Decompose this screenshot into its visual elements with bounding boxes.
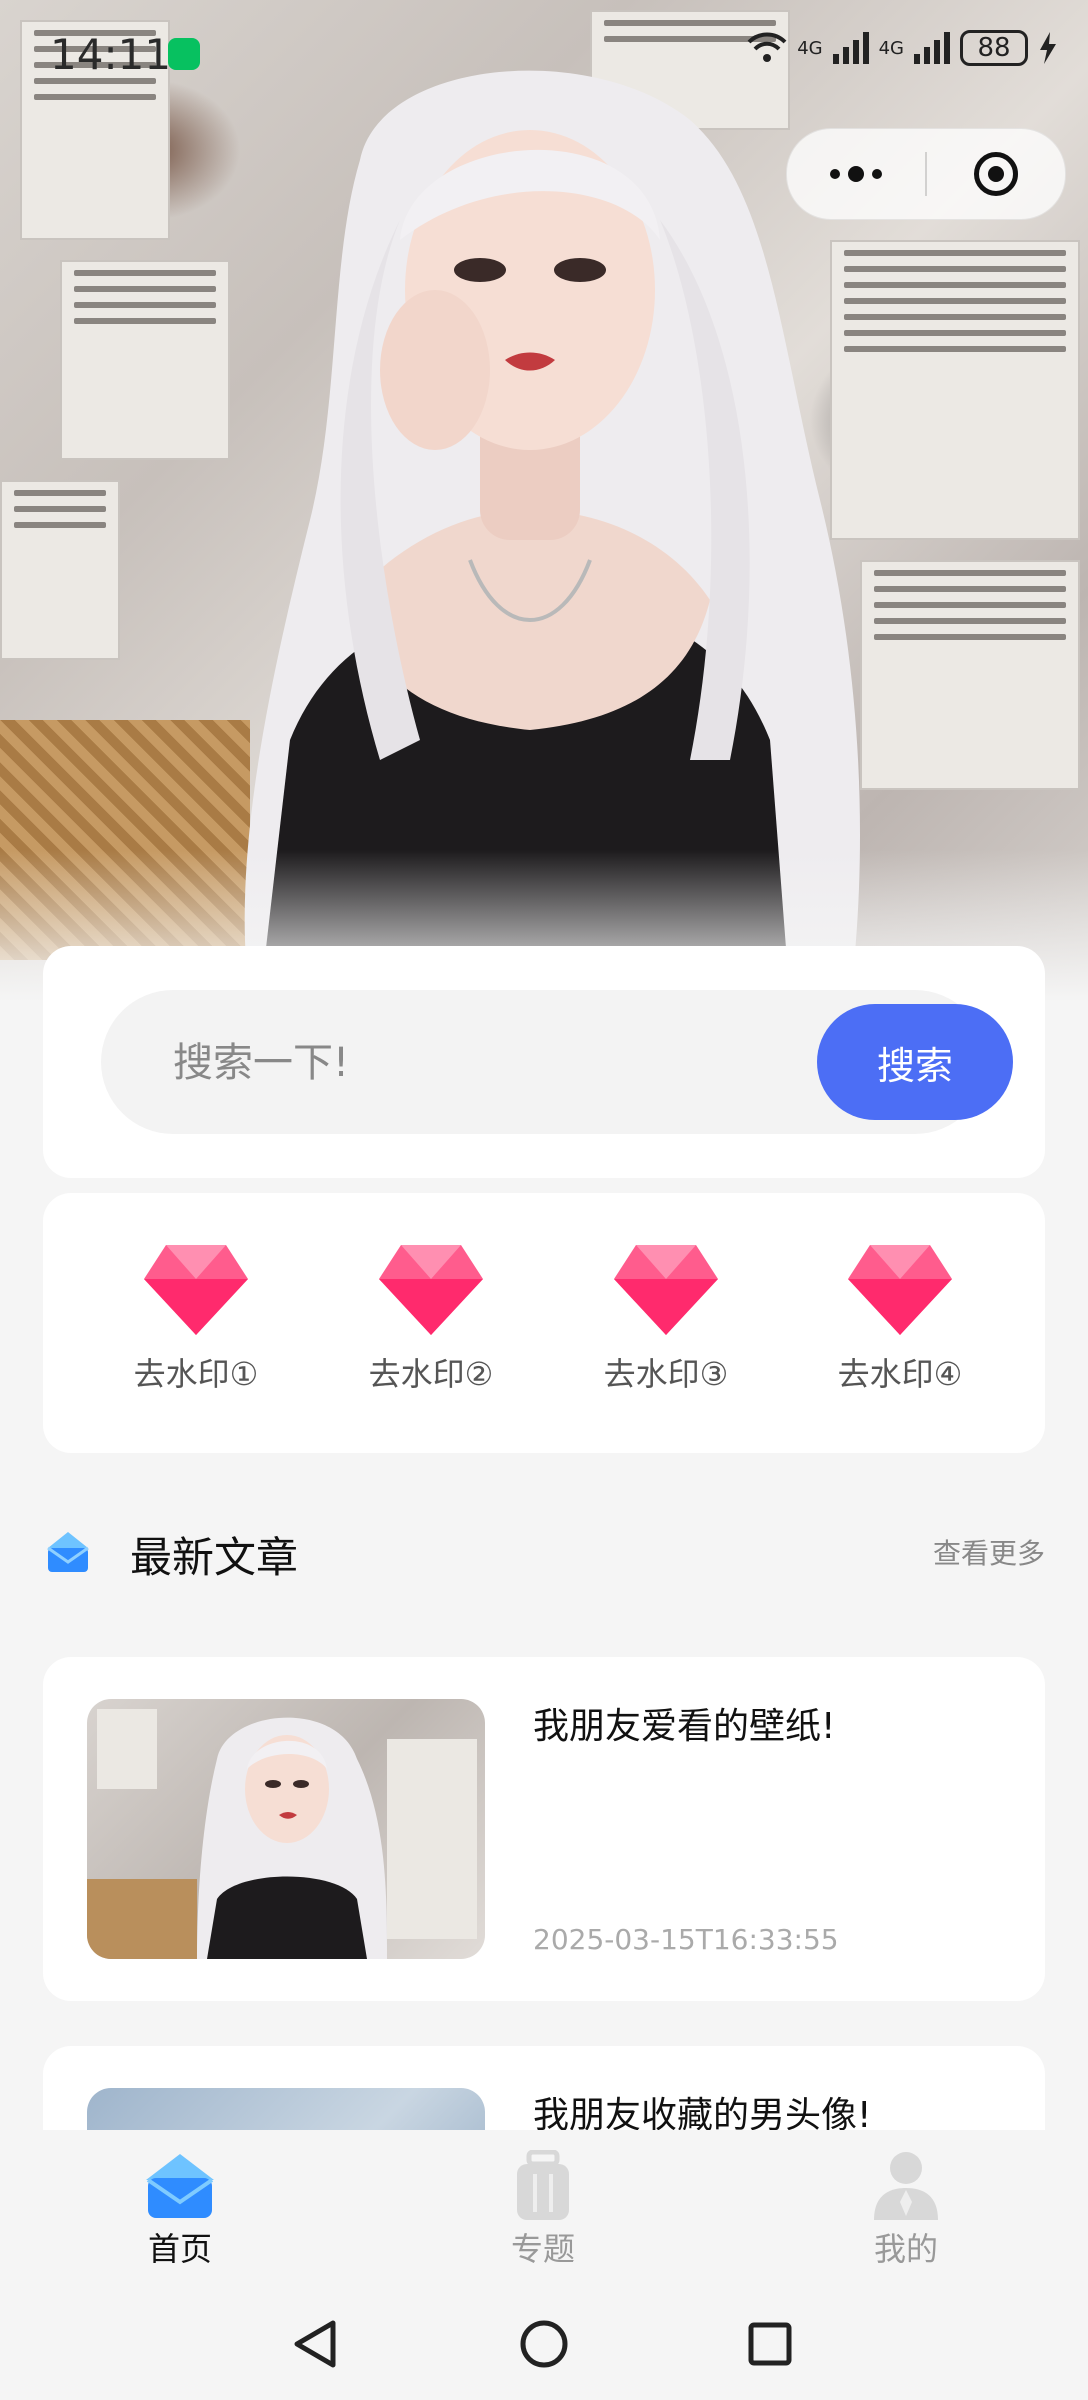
user-icon xyxy=(874,2152,938,2220)
more-menu-button[interactable] xyxy=(787,129,925,219)
tool-label: 去水印① xyxy=(133,1355,259,1393)
article-thumbnail xyxy=(87,1699,485,1959)
search-card: 搜索 xyxy=(43,946,1045,1178)
tab-label: 首页 xyxy=(147,2230,212,2268)
battery-indicator: 88 xyxy=(960,30,1028,66)
article-title: 我朋友爱看的壁纸! xyxy=(533,1706,836,1747)
diamond-icon xyxy=(614,1245,718,1335)
more-dot-icon xyxy=(830,169,840,179)
home-system-button[interactable] xyxy=(514,2314,574,2374)
bottom-tab-bar: 首页 专题 我的 xyxy=(0,2130,1088,2280)
tool-remove-watermark-4[interactable]: 去水印④ xyxy=(815,1245,985,1405)
newspaper-decoration xyxy=(860,560,1080,790)
article-card[interactable]: 我朋友爱看的壁纸! 2025-03-15T16:33:55 xyxy=(43,1657,1045,2001)
tool-label: 去水印④ xyxy=(837,1355,963,1393)
miniprogram-capsule xyxy=(786,128,1066,220)
recents-square-icon xyxy=(748,2322,792,2366)
luggage-icon xyxy=(517,2150,569,2220)
search-input[interactable] xyxy=(171,1026,735,1100)
network-type-1: 4G xyxy=(797,37,823,59)
recents-button[interactable] xyxy=(740,2314,800,2374)
diamond-icon xyxy=(848,1245,952,1335)
back-triangle-icon xyxy=(294,2320,336,2368)
tool-label: 去水印② xyxy=(368,1355,494,1393)
home-icon xyxy=(146,2154,214,2218)
tab-home[interactable]: 首页 xyxy=(80,2150,280,2270)
signal-icon xyxy=(914,32,950,64)
article-date: 2025-03-15T16:33:55 xyxy=(533,1923,839,1956)
tool-remove-watermark-1[interactable]: 去水印① xyxy=(111,1245,281,1405)
diamond-icon xyxy=(144,1245,248,1335)
tool-remove-watermark-2[interactable]: 去水印② xyxy=(346,1245,516,1405)
more-dot-icon xyxy=(872,169,882,179)
signal-icon xyxy=(832,32,869,64)
tools-card: 去水印① 去水印② 去水印③ 去水印④ xyxy=(43,1193,1045,1453)
back-button[interactable] xyxy=(286,2314,346,2374)
home-circle-icon xyxy=(520,2320,568,2368)
system-navigation-bar xyxy=(0,2280,1088,2400)
tab-label: 我的 xyxy=(873,2230,938,2268)
tab-topics[interactable]: 专题 xyxy=(443,2150,643,2270)
wifi-icon xyxy=(747,32,787,62)
tool-label: 去水印③ xyxy=(603,1355,729,1393)
diamond-icon xyxy=(379,1245,483,1335)
wechat-icon xyxy=(168,38,200,70)
search-bar: 搜索 xyxy=(101,990,1013,1134)
status-bar: 14:11 4G 4G 88 xyxy=(0,0,1088,110)
search-button[interactable]: 搜索 xyxy=(817,1004,1013,1120)
network-type-2: 4G xyxy=(878,37,904,59)
view-more-link[interactable]: 查看更多 xyxy=(933,1532,1045,1572)
tab-profile[interactable]: 我的 xyxy=(806,2150,1006,2270)
status-time: 14:11 xyxy=(50,30,172,79)
target-icon xyxy=(974,152,1018,196)
more-dot-icon xyxy=(848,166,864,182)
tab-label: 专题 xyxy=(510,2230,575,2268)
envelope-icon xyxy=(47,1532,89,1572)
section-title-latest: 最新文章 xyxy=(130,1533,299,1582)
newspaper-decoration xyxy=(0,480,120,660)
tool-remove-watermark-3[interactable]: 去水印③ xyxy=(581,1245,751,1405)
charging-icon xyxy=(1040,32,1056,64)
close-miniprogram-button[interactable] xyxy=(927,129,1065,219)
